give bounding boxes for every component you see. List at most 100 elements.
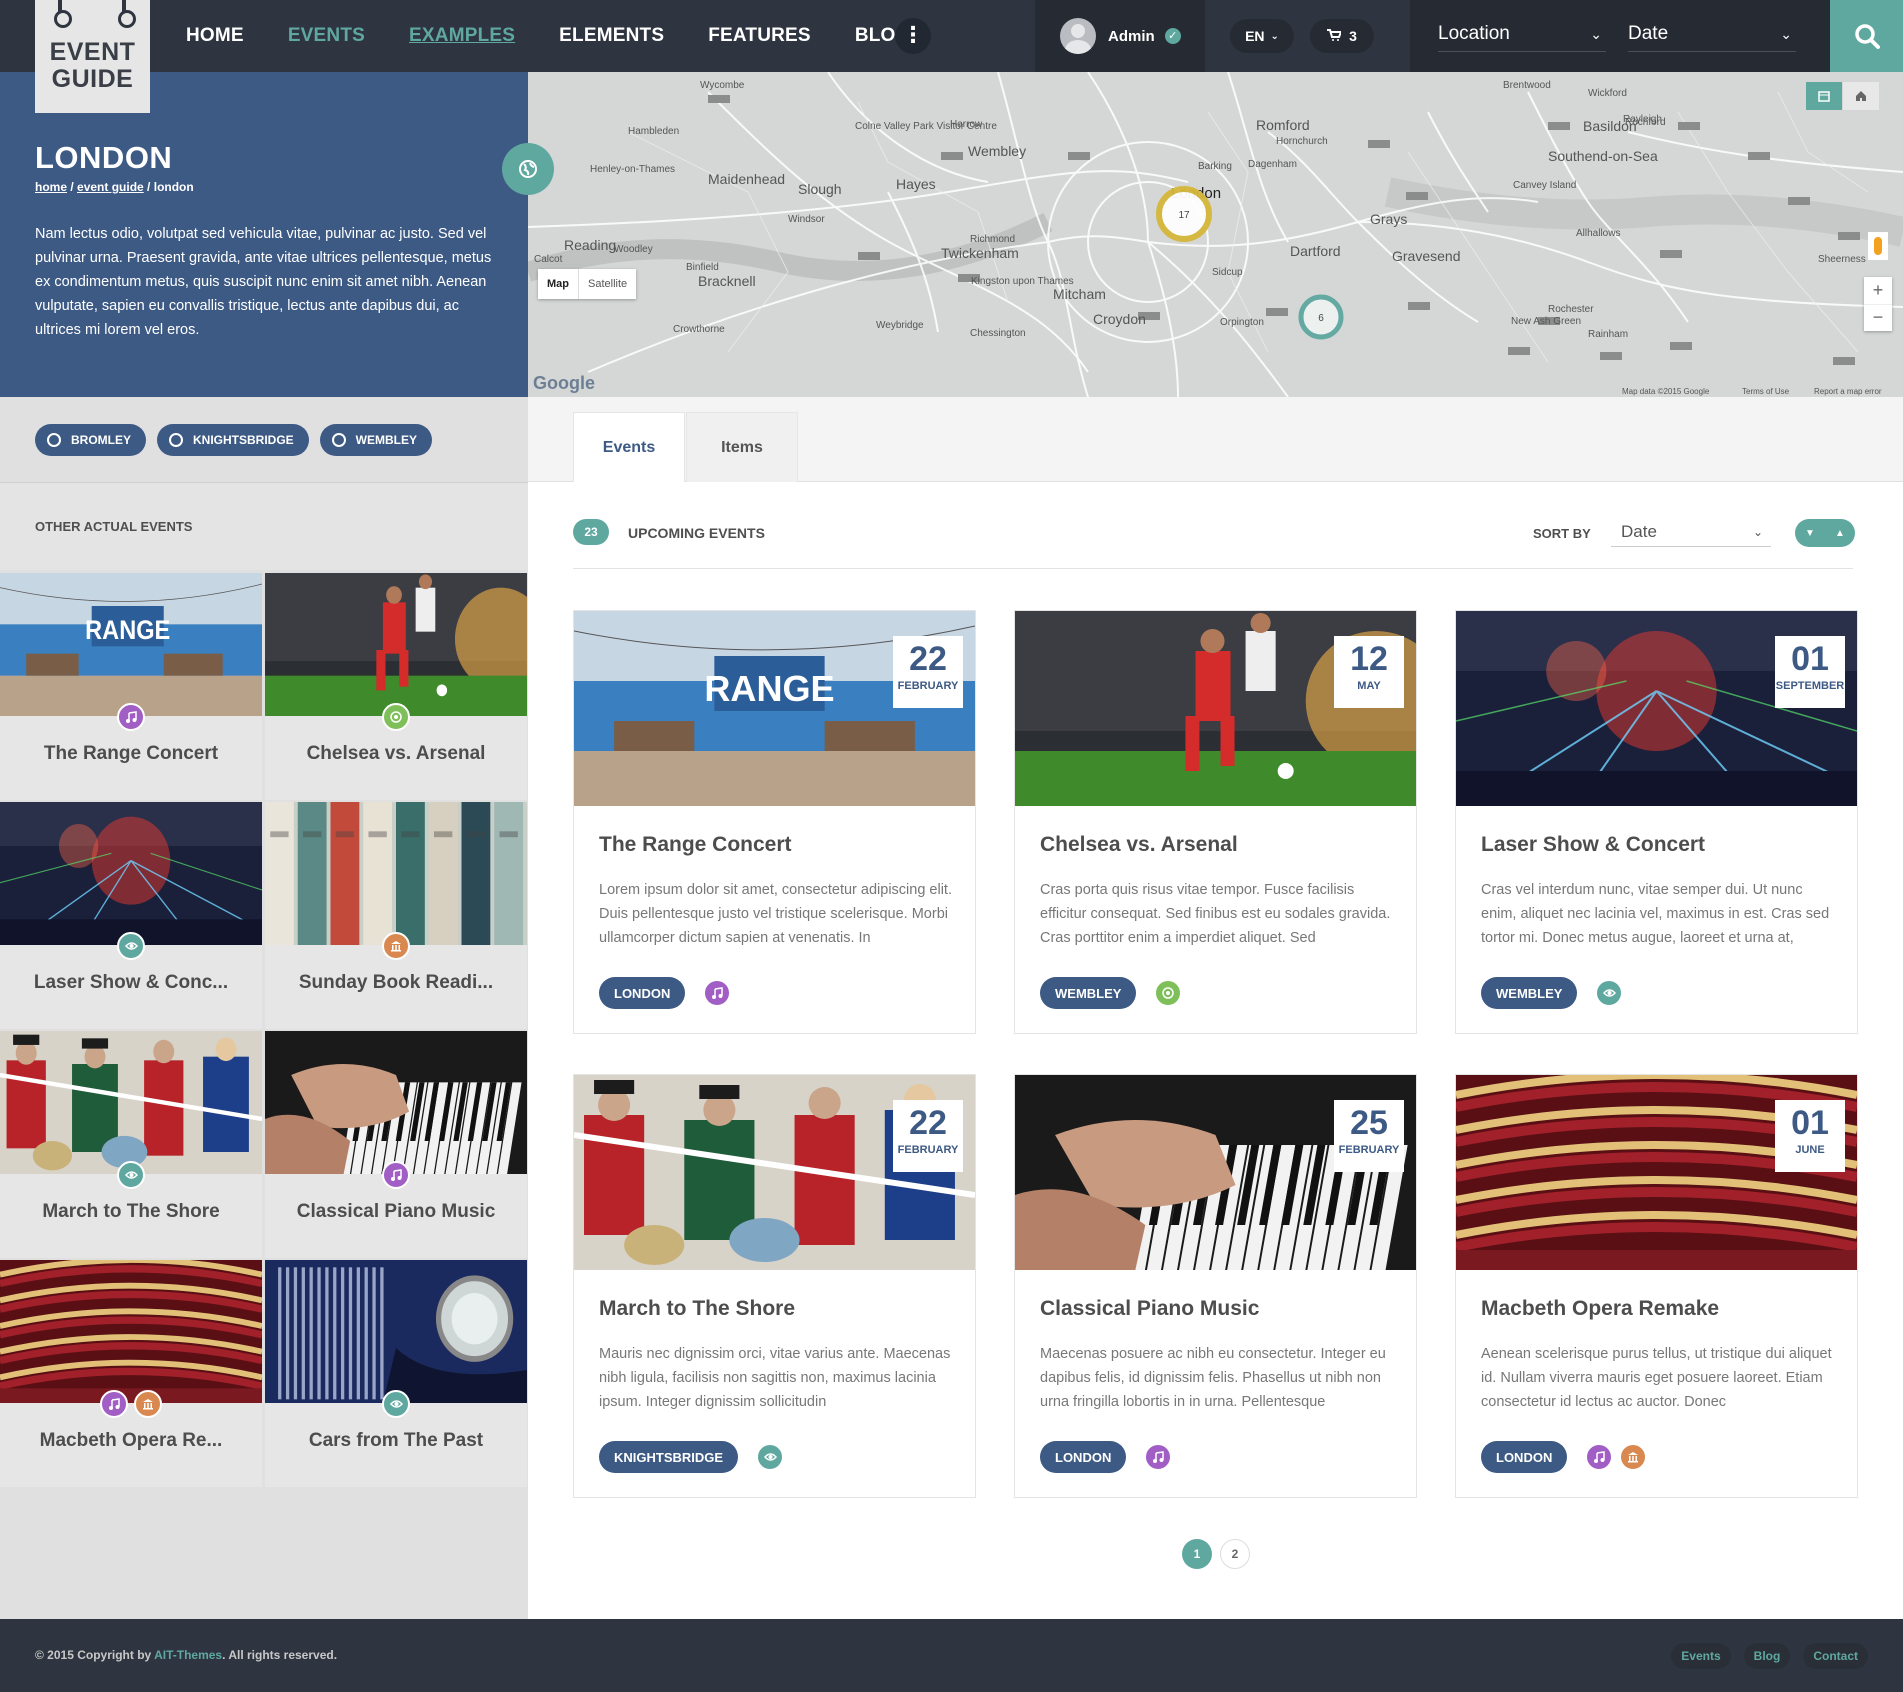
home-view-button[interactable] — [1843, 82, 1879, 110]
event-image[interactable]: RANGE 22 FEBRUARY — [574, 611, 975, 806]
location-tag-label: BROMLEY — [71, 433, 131, 447]
other-event-item[interactable]: Chelsea vs. Arsenal — [265, 573, 527, 800]
event-day: 22 — [909, 1104, 947, 1142]
zoom-out-button[interactable]: − — [1864, 304, 1892, 331]
footer-link-contact[interactable]: Contact — [1803, 1643, 1868, 1669]
event-category-badges — [1585, 1443, 1647, 1471]
map-type-map-button[interactable]: Map — [538, 269, 578, 299]
sort-order-toggle[interactable]: ▼ ▲ — [1795, 519, 1855, 547]
other-event-title[interactable]: March to The Shore — [0, 1201, 262, 1223]
language-select[interactable]: EN ⌄ — [1230, 19, 1294, 53]
event-day: 22 — [909, 640, 947, 678]
event-card[interactable]: 25 FEBRUARY Classical Piano Music Maecenas … — [1014, 1074, 1417, 1498]
location-tag[interactable]: WEMBLEY — [319, 424, 433, 456]
other-event-item[interactable]: Sunday Book Readi... — [265, 802, 527, 1029]
other-event-title[interactable]: The Range Concert — [0, 743, 262, 765]
event-location-tag[interactable]: KNIGHTSBRIDGE — [599, 1441, 739, 1473]
nav-features[interactable]: FEATURES — [708, 25, 811, 47]
footer-link-blog[interactable]: Blog — [1743, 1643, 1791, 1669]
map-view[interactable]: Wycombe Hambleden Henley-on-Thames Maidenhe… — [528, 72, 1903, 397]
event-card[interactable]: 22 FEBRUARY March to The Shore Mauris nec d… — [573, 1074, 976, 1498]
event-category-badges — [703, 979, 731, 1007]
tab-events[interactable]: Events — [573, 412, 685, 483]
globe-icon — [519, 160, 537, 178]
tab-items[interactable]: Items — [686, 412, 798, 483]
event-title[interactable]: Macbeth Opera Remake — [1481, 1297, 1719, 1321]
other-event-title[interactable]: Macbeth Opera Re... — [0, 1430, 262, 1452]
location-select[interactable]: Location ⌄ — [1438, 16, 1606, 52]
calendar-view-button[interactable] — [1806, 82, 1842, 110]
event-title[interactable]: Laser Show & Concert — [1481, 833, 1705, 857]
other-event-item[interactable]: March to The Shore — [0, 1031, 262, 1258]
event-location-tag[interactable]: LONDON — [1040, 1441, 1127, 1473]
other-event-item[interactable]: Macbeth Opera Re... — [0, 1260, 262, 1487]
event-card[interactable]: 01 SEPTEMBER Laser Show & Concert Cras vel … — [1455, 610, 1858, 1034]
map-canvas[interactable]: Wycombe Hambleden Henley-on-Thames Maidenhe… — [528, 72, 1903, 397]
location-tag[interactable]: KNIGHTSBRIDGE — [157, 424, 309, 456]
breadcrumb-event-guide[interactable]: event guide — [77, 180, 144, 194]
other-event-title[interactable]: Sunday Book Readi... — [265, 972, 527, 994]
more-menu-button[interactable]: ⋮ — [895, 18, 931, 54]
breadcrumb-home[interactable]: home — [35, 180, 67, 194]
event-thumbnail[interactable]: RANGE — [0, 573, 262, 716]
nav-events[interactable]: EVENTS — [288, 25, 365, 47]
sort-select[interactable]: Date ⌄ — [1611, 519, 1771, 547]
site-logo[interactable]: EVENT GUIDE — [35, 0, 150, 113]
event-location-tag[interactable]: WEMBLEY — [1040, 977, 1137, 1009]
event-thumbnail[interactable] — [265, 573, 527, 716]
other-event-title[interactable]: Chelsea vs. Arsenal — [265, 743, 527, 765]
date-select[interactable]: Date ⌄ — [1628, 16, 1796, 52]
page-2-button[interactable]: 2 — [1220, 1539, 1250, 1569]
sort-ascending-icon[interactable]: ▲ — [1835, 528, 1845, 539]
page-1-button[interactable]: 1 — [1182, 1539, 1212, 1569]
event-card[interactable]: RANGE 22 FEBRUARY The Range Concert Lorem ip… — [573, 610, 976, 1034]
event-thumbnail[interactable] — [0, 1031, 262, 1174]
event-thumbnail[interactable] — [265, 1031, 527, 1174]
event-location-tag[interactable]: LONDON — [599, 977, 686, 1009]
event-title[interactable]: Classical Piano Music — [1040, 1297, 1259, 1321]
map-type-satellite-button[interactable]: Satellite — [578, 269, 636, 299]
terms-link[interactable]: Terms of Use — [1742, 387, 1790, 396]
other-event-item[interactable]: Classical Piano Music — [265, 1031, 527, 1258]
event-thumbnail[interactable] — [0, 1260, 262, 1403]
event-image[interactable]: 12 MAY — [1015, 611, 1416, 806]
location-tag[interactable]: BROMLEY — [35, 424, 146, 456]
zoom-in-button[interactable]: + — [1864, 277, 1892, 304]
sort-descending-icon[interactable]: ▼ — [1805, 528, 1815, 539]
map-zoom-control: + − — [1864, 277, 1892, 331]
nav-elements[interactable]: ELEMENTS — [559, 25, 664, 47]
copyright-suffix: . All rights reserved. — [222, 1648, 338, 1662]
street-view-button[interactable] — [1868, 232, 1888, 260]
search-button[interactable] — [1830, 0, 1903, 72]
other-event-title[interactable]: Classical Piano Music — [265, 1201, 527, 1223]
report-error-link[interactable]: Report a map error — [1814, 387, 1882, 396]
nav-examples[interactable]: EXAMPLES — [409, 25, 515, 47]
other-event-item[interactable]: RANGE The Range Concert — [0, 573, 262, 800]
event-image[interactable]: 01 JUNE — [1456, 1075, 1857, 1270]
other-event-item[interactable]: Laser Show & Conc... — [0, 802, 262, 1029]
event-location-tag[interactable]: WEMBLEY — [1481, 977, 1578, 1009]
other-event-title[interactable]: Cars from The Past — [265, 1430, 527, 1452]
copyright-brand-link[interactable]: AIT-Themes — [154, 1648, 222, 1662]
footer-link-events[interactable]: Events — [1671, 1643, 1731, 1669]
user-menu[interactable]: Admin ✓ — [1035, 0, 1205, 72]
event-image[interactable]: 25 FEBRUARY — [1015, 1075, 1416, 1270]
event-thumbnail[interactable] — [265, 802, 527, 945]
event-image[interactable]: 01 SEPTEMBER — [1456, 611, 1857, 806]
event-location-tag[interactable]: LONDON — [1481, 1441, 1568, 1473]
museum-icon — [382, 932, 410, 960]
event-title[interactable]: The Range Concert — [599, 833, 792, 857]
other-event-title[interactable]: Laser Show & Conc... — [0, 972, 262, 994]
event-title[interactable]: Chelsea vs. Arsenal — [1040, 833, 1238, 857]
event-title[interactable]: March to The Shore — [599, 1297, 795, 1321]
map-toggle-button[interactable] — [502, 143, 554, 195]
nav-home[interactable]: HOME — [186, 25, 244, 47]
event-thumbnail[interactable] — [0, 802, 262, 945]
cart-button[interactable]: 3 — [1310, 19, 1374, 53]
other-event-item[interactable]: Cars from The Past — [265, 1260, 527, 1487]
event-image[interactable]: 22 FEBRUARY — [574, 1075, 975, 1270]
event-card[interactable]: 12 MAY Chelsea vs. Arsenal Cras porta quis … — [1014, 610, 1417, 1034]
event-thumbnail[interactable] — [265, 1260, 527, 1403]
event-card[interactable]: 01 JUNE Macbeth Opera Remake Aenean sceleri… — [1455, 1074, 1858, 1498]
event-day: 12 — [1350, 640, 1388, 678]
